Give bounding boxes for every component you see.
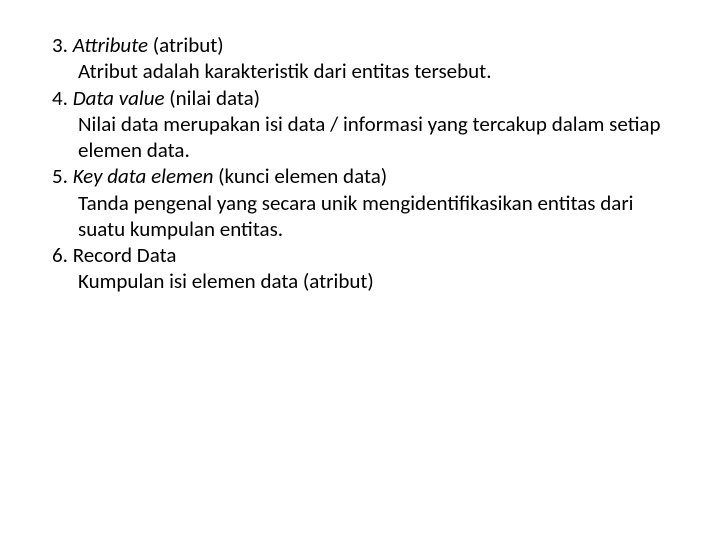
item-title-italic: Data value <box>73 85 165 111</box>
item-number: 4. <box>52 85 73 111</box>
list-item: 4. Data value (nilai data) Nilai data me… <box>52 85 668 164</box>
item-title-plain: (atribut) <box>148 32 224 58</box>
item-description: Atribut adalah karakteristik dari entita… <box>52 58 668 84</box>
item-heading: 6. Record Data <box>52 242 668 268</box>
item-number: 5. <box>52 163 73 189</box>
item-title-plain: Record Data <box>73 242 177 268</box>
item-description: Nilai data merupakan isi data / informas… <box>52 111 668 164</box>
item-heading: 4. Data value (nilai data) <box>52 85 668 111</box>
item-description: Tanda pengenal yang secara unik mengiden… <box>52 190 668 243</box>
list-item: 6. Record Data Kumpulan isi elemen data … <box>52 242 668 295</box>
item-number: 6. <box>52 242 73 268</box>
item-title-italic: Key data elemen <box>73 163 214 189</box>
item-title-italic: Attribute <box>73 32 148 58</box>
item-heading: 5. Key data elemen (kunci elemen data) <box>52 163 668 189</box>
list-item: 3. Attribute (atribut) Atribut adalah ka… <box>52 32 668 85</box>
item-title-plain: (kunci elemen data) <box>213 163 387 189</box>
item-heading: 3. Attribute (atribut) <box>52 32 668 58</box>
item-description: Kumpulan isi elemen data (atribut) <box>52 268 668 294</box>
item-title-plain: (nilai data) <box>165 85 261 111</box>
item-number: 3. <box>52 32 73 58</box>
document-content: 3. Attribute (atribut) Atribut adalah ka… <box>52 32 668 295</box>
list-item: 5. Key data elemen (kunci elemen data) T… <box>52 163 668 242</box>
